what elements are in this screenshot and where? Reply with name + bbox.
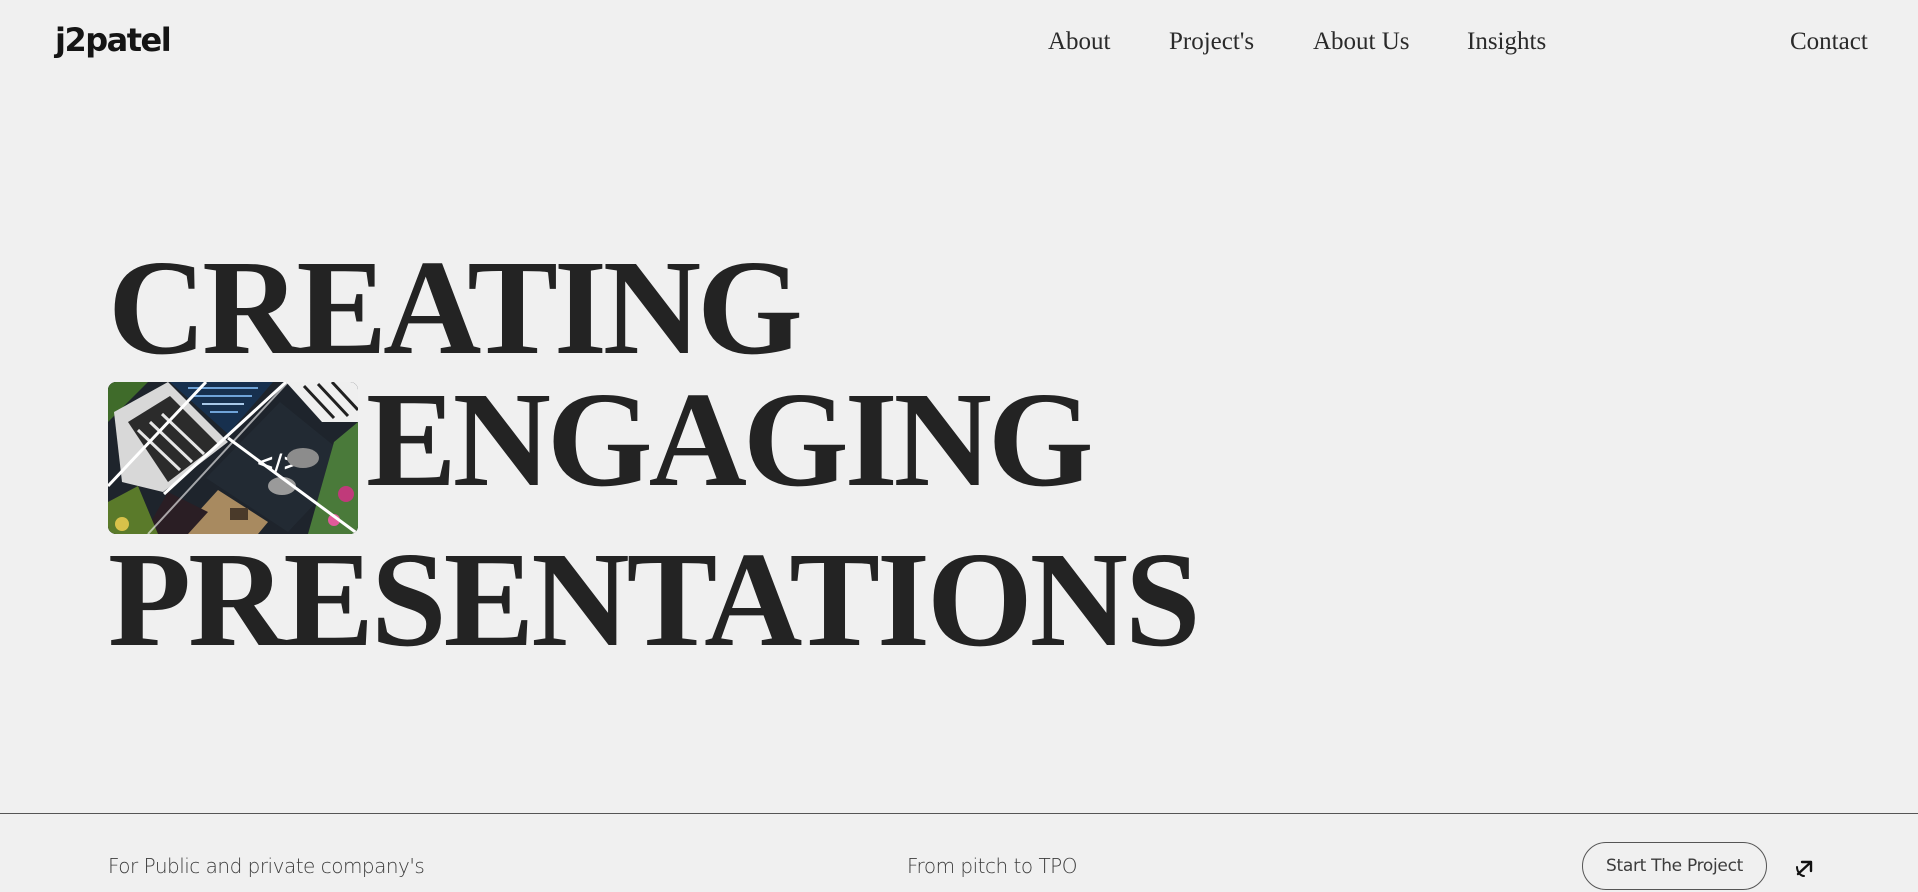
hero-line-engaging: ENGAGING (366, 365, 1094, 515)
pitch-text: From pitch to TPO (907, 854, 1078, 878)
arrow-up-right-icon[interactable] (1794, 857, 1816, 879)
hero-line-presentations: PRESENTATIONS (108, 525, 1201, 675)
nav-projects[interactable]: Project's (1169, 24, 1254, 60)
nav-insights[interactable]: Insights (1467, 24, 1546, 60)
nav-about-link[interactable]: About (1048, 28, 1111, 55)
nav-about-us-link[interactable]: About Us (1313, 28, 1410, 55)
hero-line-creating: CREATING (108, 233, 803, 383)
footer-divider (0, 813, 1918, 814)
hero-collage-image: </> (108, 382, 358, 534)
nav-about-us[interactable]: About Us (1313, 24, 1410, 60)
audience-text: For Public and private company's (108, 854, 425, 878)
nav-contact[interactable]: Contact (1790, 24, 1868, 60)
brand-logo[interactable]: j2patel (55, 18, 172, 62)
nav-about[interactable]: About (1048, 24, 1111, 60)
nav-insights-link[interactable]: Insights (1467, 28, 1546, 55)
start-project-button[interactable]: Start The Project (1582, 842, 1767, 890)
collage-graphic: </> (108, 382, 358, 534)
nav-contact-link[interactable]: Contact (1790, 28, 1868, 55)
nav-projects-link[interactable]: Project's (1169, 28, 1254, 55)
